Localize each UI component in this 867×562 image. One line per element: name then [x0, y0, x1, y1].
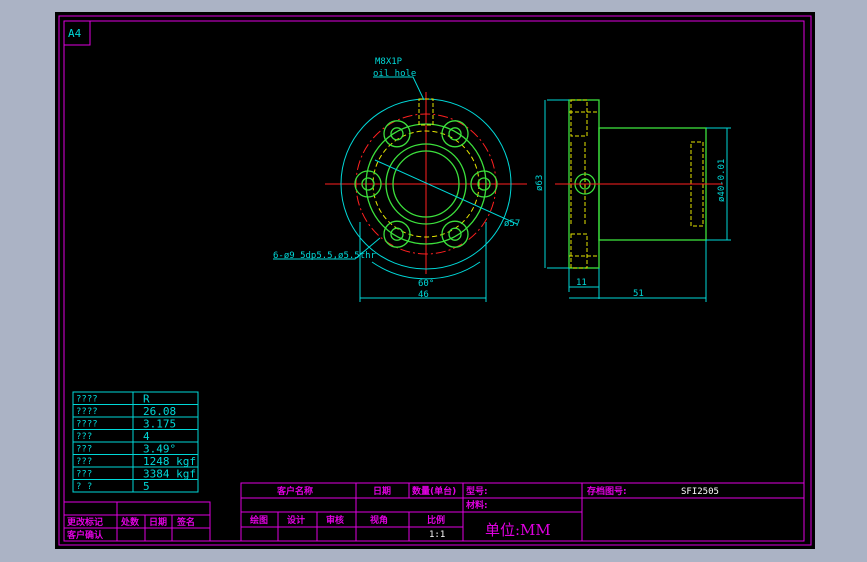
unit-label: 单位:MM	[485, 521, 551, 539]
spec-value: 3.49°	[143, 443, 176, 456]
rev-label-mark: 更改标记	[67, 516, 103, 528]
scale-value: 1:1	[429, 530, 445, 540]
size-tag: A4	[68, 27, 82, 40]
revision-block: 更改标记 处数 日期 签名 客户确认	[63, 501, 211, 542]
spec-rows: ???? R???? 26.08???? 3.175??? 4??? 3.49°??? 12…	[73, 393, 198, 493]
cad-canvas[interactable]: A4 M8X1P oil hole ø57 6-ø9 5dp5.5,ø5.5th…	[55, 12, 815, 549]
spec-value: 1248 kgf	[143, 455, 196, 468]
date-label: 日期	[373, 485, 391, 497]
review-label: 审核	[326, 514, 344, 526]
dim-d57: ø57	[504, 219, 520, 229]
oil-hole-label: oil hole	[373, 69, 416, 79]
view-angle-label: 视角	[370, 514, 388, 526]
quantity-label: 数量(单台)	[412, 485, 456, 497]
bolt-hole-counterbore	[383, 120, 411, 148]
spec-key: ????	[76, 407, 98, 417]
drawing-sheet: A4 M8X1P oil hole ø57 6-ø9 5dp5.5,ø5.5th…	[58, 15, 812, 546]
spec-key: ???	[76, 470, 92, 480]
spec-key: ???	[76, 457, 92, 467]
spec-value: 26.08	[143, 405, 176, 418]
dim-d40: ø40-0.01	[717, 159, 727, 202]
dim-angle: 60°	[418, 279, 434, 289]
drawing-no: SFI2505	[681, 487, 719, 497]
side-hidden-hole-top	[570, 99, 588, 137]
spec-key: ???	[76, 432, 92, 442]
scale-label: 比例	[427, 514, 445, 526]
oil-hole-thread: M8X1P	[375, 57, 403, 67]
bolt-hole-counterbore	[441, 120, 469, 148]
customer-name-label: 客户名称	[276, 485, 313, 497]
material-label: 材料:	[465, 499, 488, 511]
rev-label-sign: 签名	[176, 516, 195, 528]
spec-key: ????	[76, 395, 98, 405]
oil-hole-leader	[373, 76, 425, 101]
spec-key: ????	[76, 420, 98, 430]
side-view: ø63 ø40-0.01 11 51	[535, 99, 731, 302]
dim-bolt-holes: 6-ø9 5dp5.5,ø5.5thr	[273, 251, 377, 261]
rev-label-date: 日期	[149, 516, 167, 528]
spec-table: ???? R???? 26.08???? 3.175??? 4??? 3.49°??? 12…	[72, 391, 199, 493]
spec-value: R	[143, 393, 150, 406]
spec-value: 5	[143, 480, 150, 493]
title-block: 客户名称 日期 数量(单台) 型号: 存档图号: SFI2505 材料: 绘图 …	[240, 482, 805, 542]
dim-length: 51	[633, 289, 644, 299]
spec-value: 3384 kgf	[143, 468, 196, 481]
spec-value: 4	[143, 430, 150, 443]
rev-label-count: 处数	[120, 516, 140, 528]
front-view: M8X1P oil hole ø57 6-ø9 5dp5.5,ø5.5thr 6…	[273, 57, 527, 302]
side-hidden-hole-bottom	[570, 233, 588, 269]
dim-d63: ø63	[535, 175, 545, 191]
design-label: 设计	[287, 514, 305, 526]
spec-key: ???	[76, 445, 92, 455]
dim-width: 46	[418, 290, 429, 300]
customer-confirm: 客户确认	[66, 529, 104, 541]
dim-flange: 11	[576, 278, 587, 288]
spec-key: ? ?	[76, 482, 92, 492]
model-label: 型号:	[466, 485, 488, 497]
spec-value: 3.175	[143, 418, 176, 431]
bolt-hole-counterbore	[383, 220, 411, 248]
drawing-no-label: 存档图号:	[587, 485, 627, 497]
bolt-hole-counterbore	[441, 220, 469, 248]
draw-label: 绘图	[250, 514, 268, 526]
